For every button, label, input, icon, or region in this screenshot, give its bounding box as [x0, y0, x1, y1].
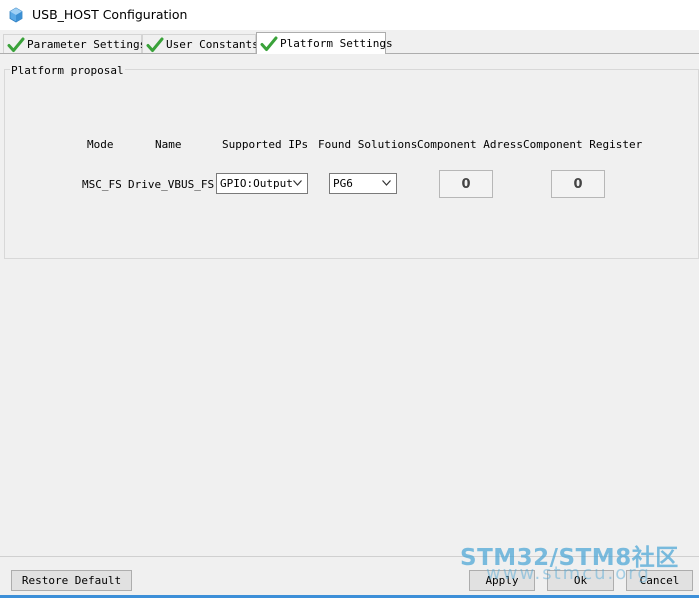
tab-platform-settings[interactable]: Platform Settings: [256, 32, 393, 54]
chevron-down-icon: [293, 180, 302, 186]
row-mode: MSC_FS: [82, 178, 122, 191]
tab-strip: Parameter Settings User Constants Platfo…: [0, 30, 699, 54]
green-check-icon: [7, 37, 25, 52]
chevron-down-icon: [382, 180, 391, 186]
header-component-address: Component Adress: [417, 138, 523, 151]
found-solution-value: PG6: [333, 177, 353, 190]
watermark-main: STM32/STM8社区: [460, 545, 679, 571]
component-address-field[interactable]: 0: [439, 170, 493, 198]
found-solution-select[interactable]: PG6: [329, 173, 397, 194]
ok-button[interactable]: Ok: [547, 570, 614, 591]
header-supported-ips: Supported IPs: [222, 138, 309, 151]
window-title: USB_HOST Configuration: [32, 7, 188, 22]
group-label: Platform proposal: [10, 64, 125, 77]
cancel-button[interactable]: Cancel: [626, 570, 693, 591]
header-mode: Mode: [87, 138, 114, 151]
tab-label: Platform Settings: [280, 37, 393, 50]
restore-default-button[interactable]: Restore Default: [11, 570, 132, 591]
platform-proposal-group: [4, 69, 699, 259]
cube-icon: [9, 7, 23, 23]
header-found-solutions: Found Solutions: [318, 138, 418, 151]
tab-label: Parameter Settings: [27, 38, 147, 51]
tab-parameter-settings[interactable]: Parameter Settings: [3, 34, 146, 54]
green-check-icon: [146, 37, 164, 52]
header-name: Name: [155, 138, 182, 151]
row-name: Drive_VBUS_FS: [128, 178, 215, 191]
component-register-field[interactable]: 0: [551, 170, 605, 198]
supported-ip-select[interactable]: GPIO:Output: [216, 173, 308, 194]
footer-divider: [0, 556, 699, 557]
tab-label: User Constants: [166, 38, 259, 51]
watermark: STM32/STM8社区 www.stmcu.org: [460, 538, 698, 584]
tab-user-constants[interactable]: User Constants: [142, 34, 259, 54]
supported-ip-value: GPIO:Output: [220, 177, 293, 190]
apply-button[interactable]: Apply: [469, 570, 535, 591]
header-component-register: Component Register: [523, 138, 643, 151]
green-check-icon: [260, 36, 278, 51]
title-bar: USB_HOST Configuration: [0, 0, 699, 30]
